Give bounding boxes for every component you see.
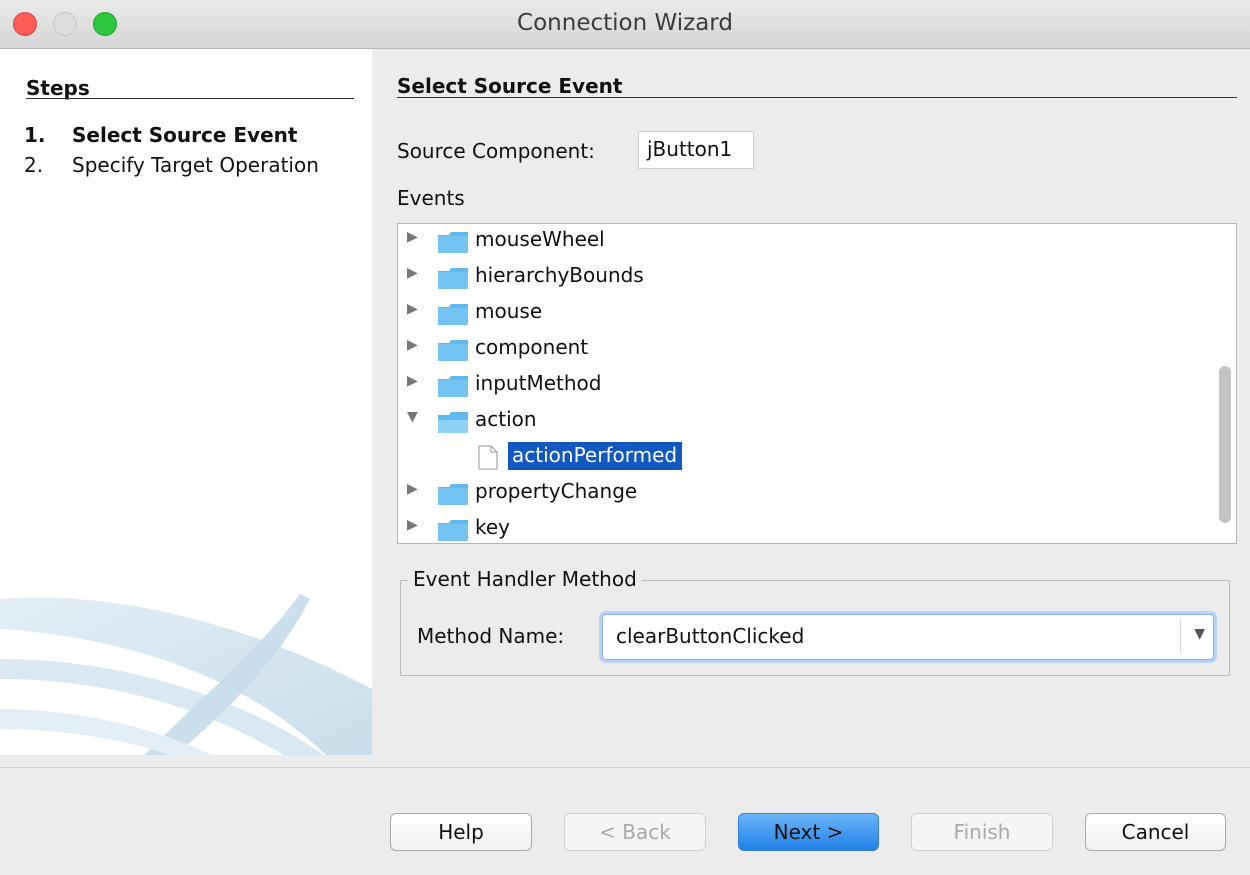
source-component-field: jButton1 [638, 131, 754, 169]
file-icon [478, 445, 498, 470]
step-2: 2. Specify Target Operation [24, 150, 342, 180]
expand-arrow-icon[interactable]: ▶ [407, 301, 418, 317]
scrollbar-thumb[interactable] [1219, 366, 1231, 523]
tree-node-key[interactable]: ▶ key [398, 512, 1198, 543]
method-name-combobox[interactable]: clearButtonClicked ▼ [602, 614, 1214, 660]
steps-divider [26, 98, 354, 99]
expand-arrow-icon[interactable]: ▶ [407, 337, 418, 353]
method-name-label: Method Name: [417, 624, 565, 648]
expand-arrow-icon[interactable]: ▶ [407, 229, 418, 245]
tree-node-label: key [475, 515, 511, 539]
next-button[interactable]: Next > [738, 813, 879, 851]
tree-node-inputmethod[interactable]: ▶ inputMethod [398, 368, 1198, 404]
tree-node-label: action [475, 407, 537, 431]
expand-arrow-icon[interactable]: ▶ [407, 481, 418, 497]
folder-icon [438, 520, 468, 541]
footer-divider [0, 767, 1250, 768]
steps-heading: Steps [26, 76, 90, 100]
tree-node-label: propertyChange [475, 479, 638, 503]
step-number: 1. [24, 123, 46, 147]
back-button[interactable]: < Back [564, 813, 706, 851]
tree-node-label: inputMethod [475, 371, 602, 395]
tree-node-propertychange[interactable]: ▶ propertyChange [398, 476, 1198, 512]
folder-icon [438, 232, 468, 253]
expand-arrow-icon[interactable]: ▶ [407, 265, 418, 281]
source-component-label: Source Component: [397, 139, 595, 163]
step-1: 1. Select Source Event [24, 120, 342, 150]
folder-icon [438, 268, 468, 289]
method-name-value[interactable]: clearButtonClicked [616, 624, 804, 648]
open-folder-icon [438, 412, 468, 433]
tree-node-label: mouse [475, 299, 543, 323]
step-label: Select Source Event [72, 123, 298, 147]
steps-pane: Steps 1. Select Source Event 2. Specify Ta… [0, 49, 372, 755]
window-title: Connection Wizard [517, 10, 733, 36]
tree-node-mouse[interactable]: ▶ mouse [398, 296, 1198, 332]
tree-node-hierarchybounds[interactable]: ▶ hierarchyBounds [398, 260, 1198, 296]
section-heading: Select Source Event [397, 74, 623, 98]
events-scrollbar[interactable] [1217, 224, 1231, 543]
expand-arrow-icon[interactable]: ▶ [407, 517, 418, 533]
title-bar: Connection Wizard [0, 0, 1250, 49]
folder-icon [438, 304, 468, 325]
help-button[interactable]: Help [390, 813, 532, 851]
folder-icon [438, 376, 468, 397]
tree-node-label: component [475, 335, 589, 359]
step-label: Specify Target Operation [72, 153, 319, 177]
tree-node-component[interactable]: ▶ component [398, 332, 1198, 368]
folder-icon [438, 484, 468, 505]
tree-node-label: mouseWheel [475, 227, 605, 251]
step-number: 2. [24, 153, 44, 177]
events-tree[interactable]: ▶ mouseWheel ▶ hierarchyBounds ▶ mouse ▶… [397, 223, 1237, 544]
folder-icon [438, 340, 468, 361]
section-divider [397, 97, 1237, 98]
cancel-button[interactable]: Cancel [1085, 813, 1226, 851]
tree-node-actionperformed[interactable]: actionPerformed [398, 440, 1198, 476]
finish-button[interactable]: Finish [911, 813, 1053, 851]
combo-divider [1180, 620, 1181, 654]
tree-node-mousewheel[interactable]: ▶ mouseWheel [398, 224, 1198, 260]
tree-node-action[interactable]: ▼ action [398, 404, 1198, 440]
tree-node-label: actionPerformed [508, 442, 683, 470]
collapse-arrow-icon[interactable]: ▼ [407, 409, 418, 425]
events-label: Events [397, 186, 465, 210]
expand-arrow-icon[interactable]: ▶ [407, 373, 418, 389]
wizard-decoration-image [0, 594, 372, 755]
event-handler-group-label: Event Handler Method [408, 567, 642, 591]
chevron-down-icon[interactable]: ▼ [1194, 626, 1205, 642]
tree-node-label: hierarchyBounds [475, 263, 644, 287]
